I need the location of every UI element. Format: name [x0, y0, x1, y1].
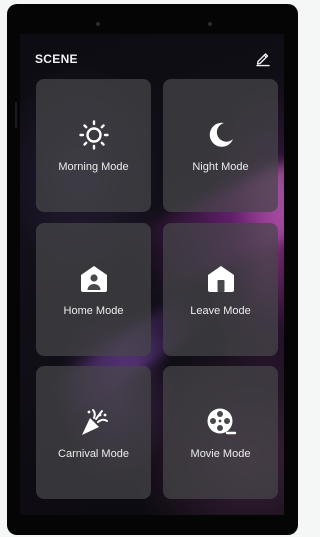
scene-label: Leave Mode — [190, 305, 251, 317]
scene-label: Movie Mode — [190, 448, 251, 460]
hardware-button — [15, 102, 17, 128]
moon-icon — [209, 122, 233, 147]
scene-tile-home[interactable]: Home Mode — [36, 223, 151, 356]
scene-label: Carnival Mode — [58, 448, 129, 460]
film-reel-icon — [207, 408, 236, 435]
page-title: SCENE — [35, 52, 78, 66]
tablet-frame: SCENE Morning Mode Night Mode Home Mode … — [7, 4, 298, 535]
sensor-dot — [208, 22, 212, 26]
scene-tile-carnival[interactable]: Carnival Mode — [36, 366, 151, 499]
scene-label: Night Mode — [192, 161, 249, 173]
scene-label: Home Mode — [63, 305, 124, 317]
party-popper-icon — [81, 409, 108, 435]
house-door-icon — [207, 266, 234, 292]
camera-dot — [96, 22, 100, 26]
home-person-icon — [80, 266, 107, 292]
sun-icon — [78, 120, 109, 150]
scene-tile-leave[interactable]: Leave Mode — [163, 223, 278, 356]
pencil-edit-icon — [256, 53, 270, 67]
scene-tile-morning[interactable]: Morning Mode — [36, 79, 151, 212]
scene-tile-night[interactable]: Night Mode — [163, 79, 278, 212]
scene-header: SCENE — [20, 34, 284, 80]
scene-tile-movie[interactable]: Movie Mode — [163, 366, 278, 499]
edit-button[interactable] — [254, 49, 272, 67]
scene-label: Morning Mode — [58, 161, 129, 173]
